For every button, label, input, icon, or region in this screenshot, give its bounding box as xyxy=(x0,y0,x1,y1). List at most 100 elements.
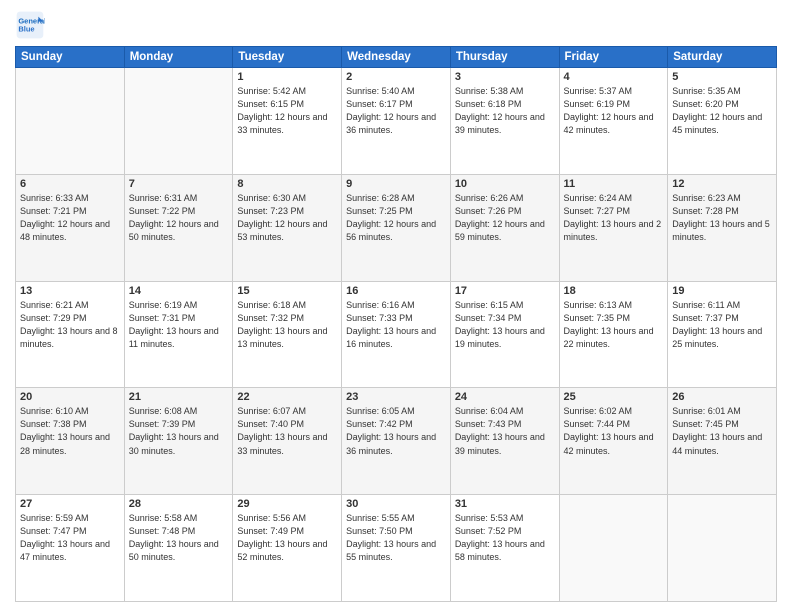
week-row-4: 20 Sunrise: 6:10 AMSunset: 7:38 PMDayligh… xyxy=(16,388,777,495)
day-number: 11 xyxy=(564,178,664,190)
calendar-cell: 21 Sunrise: 6:08 AMSunset: 7:39 PMDayligh… xyxy=(124,388,233,495)
day-detail: Sunrise: 6:24 AMSunset: 7:27 PMDaylight:… xyxy=(564,192,664,244)
calendar-cell xyxy=(559,495,668,602)
weekday-header-saturday: Saturday xyxy=(668,47,777,68)
day-number: 12 xyxy=(672,178,772,190)
day-detail: Sunrise: 6:30 AMSunset: 7:23 PMDaylight:… xyxy=(237,192,337,244)
day-detail: Sunrise: 6:08 AMSunset: 7:39 PMDaylight:… xyxy=(129,405,229,457)
calendar-cell: 12 Sunrise: 6:23 AMSunset: 7:28 PMDayligh… xyxy=(668,174,777,281)
day-number: 29 xyxy=(237,498,337,510)
calendar-cell: 20 Sunrise: 6:10 AMSunset: 7:38 PMDayligh… xyxy=(16,388,125,495)
day-number: 5 xyxy=(672,71,772,83)
day-detail: Sunrise: 6:13 AMSunset: 7:35 PMDaylight:… xyxy=(564,299,664,351)
day-detail: Sunrise: 6:16 AMSunset: 7:33 PMDaylight:… xyxy=(346,299,446,351)
day-number: 19 xyxy=(672,285,772,297)
day-detail: Sunrise: 6:01 AMSunset: 7:45 PMDaylight:… xyxy=(672,405,772,457)
day-detail: Sunrise: 5:59 AMSunset: 7:47 PMDaylight:… xyxy=(20,512,120,564)
day-detail: Sunrise: 6:15 AMSunset: 7:34 PMDaylight:… xyxy=(455,299,555,351)
day-detail: Sunrise: 5:35 AMSunset: 6:20 PMDaylight:… xyxy=(672,85,772,137)
svg-text:Blue: Blue xyxy=(18,25,34,34)
day-detail: Sunrise: 6:21 AMSunset: 7:29 PMDaylight:… xyxy=(20,299,120,351)
calendar-cell xyxy=(16,68,125,175)
day-detail: Sunrise: 6:33 AMSunset: 7:21 PMDaylight:… xyxy=(20,192,120,244)
day-number: 8 xyxy=(237,178,337,190)
day-detail: Sunrise: 5:58 AMSunset: 7:48 PMDaylight:… xyxy=(129,512,229,564)
calendar-cell: 15Sunrise: 6:18 AMSunset: 7:32 PMDayligh… xyxy=(233,281,342,388)
weekday-header-tuesday: Tuesday xyxy=(233,47,342,68)
day-number: 24 xyxy=(455,391,555,403)
day-number: 9 xyxy=(346,178,446,190)
page: General Blue SundayMondayTuesdayWednesda… xyxy=(0,0,792,612)
day-detail: Sunrise: 6:28 AMSunset: 7:25 PMDaylight:… xyxy=(346,192,446,244)
calendar-cell: 1 Sunrise: 5:42 AMSunset: 6:15 PMDaylight… xyxy=(233,68,342,175)
calendar-cell: 29 Sunrise: 5:56 AMSunset: 7:49 PMDayligh… xyxy=(233,495,342,602)
calendar-cell: 28 Sunrise: 5:58 AMSunset: 7:48 PMDayligh… xyxy=(124,495,233,602)
day-number: 22 xyxy=(237,391,337,403)
header: General Blue xyxy=(15,10,777,40)
calendar-cell: 17 Sunrise: 6:15 AMSunset: 7:34 PMDayligh… xyxy=(450,281,559,388)
day-number: 16 xyxy=(346,285,446,297)
day-detail: Sunrise: 6:26 AMSunset: 7:26 PMDaylight:… xyxy=(455,192,555,244)
day-number: 28 xyxy=(129,498,229,510)
calendar-cell: 7Sunrise: 6:31 AMSunset: 7:22 PMDaylight… xyxy=(124,174,233,281)
calendar-cell xyxy=(668,495,777,602)
day-detail: Sunrise: 5:42 AMSunset: 6:15 PMDaylight:… xyxy=(237,85,337,137)
day-number: 30 xyxy=(346,498,446,510)
calendar-cell: 5 Sunrise: 5:35 AMSunset: 6:20 PMDaylight… xyxy=(668,68,777,175)
calendar-cell: 19 Sunrise: 6:11 AMSunset: 7:37 PMDayligh… xyxy=(668,281,777,388)
day-detail: Sunrise: 5:37 AMSunset: 6:19 PMDaylight:… xyxy=(564,85,664,137)
day-number: 17 xyxy=(455,285,555,297)
calendar-cell: 8 Sunrise: 6:30 AMSunset: 7:23 PMDaylight… xyxy=(233,174,342,281)
weekday-header-monday: Monday xyxy=(124,47,233,68)
calendar-cell: 31Sunrise: 5:53 AMSunset: 7:52 PMDayligh… xyxy=(450,495,559,602)
calendar-cell: 27 Sunrise: 5:59 AMSunset: 7:47 PMDayligh… xyxy=(16,495,125,602)
weekday-header-thursday: Thursday xyxy=(450,47,559,68)
day-number: 14 xyxy=(129,285,229,297)
day-number: 7 xyxy=(129,178,229,190)
day-number: 27 xyxy=(20,498,120,510)
day-detail: Sunrise: 6:07 AMSunset: 7:40 PMDaylight:… xyxy=(237,405,337,457)
day-number: 20 xyxy=(20,391,120,403)
day-detail: Sunrise: 5:56 AMSunset: 7:49 PMDaylight:… xyxy=(237,512,337,564)
logo-icon: General Blue xyxy=(15,10,45,40)
day-number: 23 xyxy=(346,391,446,403)
day-detail: Sunrise: 6:11 AMSunset: 7:37 PMDaylight:… xyxy=(672,299,772,351)
calendar-cell: 16 Sunrise: 6:16 AMSunset: 7:33 PMDayligh… xyxy=(342,281,451,388)
calendar-cell: 4 Sunrise: 5:37 AMSunset: 6:19 PMDaylight… xyxy=(559,68,668,175)
day-detail: Sunrise: 6:23 AMSunset: 7:28 PMDaylight:… xyxy=(672,192,772,244)
calendar-cell: 6 Sunrise: 6:33 AMSunset: 7:21 PMDaylight… xyxy=(16,174,125,281)
calendar-cell: 22 Sunrise: 6:07 AMSunset: 7:40 PMDayligh… xyxy=(233,388,342,495)
calendar-cell: 23 Sunrise: 6:05 AMSunset: 7:42 PMDayligh… xyxy=(342,388,451,495)
week-row-2: 6 Sunrise: 6:33 AMSunset: 7:21 PMDaylight… xyxy=(16,174,777,281)
day-detail: Sunrise: 5:40 AMSunset: 6:17 PMDaylight:… xyxy=(346,85,446,137)
logo: General Blue xyxy=(15,10,49,40)
weekday-header-friday: Friday xyxy=(559,47,668,68)
day-number: 25 xyxy=(564,391,664,403)
calendar-cell: 10 Sunrise: 6:26 AMSunset: 7:26 PMDayligh… xyxy=(450,174,559,281)
day-number: 18 xyxy=(564,285,664,297)
calendar-cell: 26Sunrise: 6:01 AMSunset: 7:45 PMDayligh… xyxy=(668,388,777,495)
day-number: 6 xyxy=(20,178,120,190)
day-detail: Sunrise: 5:38 AMSunset: 6:18 PMDaylight:… xyxy=(455,85,555,137)
week-row-1: 1 Sunrise: 5:42 AMSunset: 6:15 PMDaylight… xyxy=(16,68,777,175)
calendar-cell: 11 Sunrise: 6:24 AMSunset: 7:27 PMDayligh… xyxy=(559,174,668,281)
weekday-header-wednesday: Wednesday xyxy=(342,47,451,68)
day-number: 1 xyxy=(237,71,337,83)
day-number: 15 xyxy=(237,285,337,297)
weekday-header-row: SundayMondayTuesdayWednesdayThursdayFrid… xyxy=(16,47,777,68)
day-number: 3 xyxy=(455,71,555,83)
calendar-cell: 30 Sunrise: 5:55 AMSunset: 7:50 PMDayligh… xyxy=(342,495,451,602)
calendar-table: SundayMondayTuesdayWednesdayThursdayFrid… xyxy=(15,46,777,602)
day-detail: Sunrise: 6:05 AMSunset: 7:42 PMDaylight:… xyxy=(346,405,446,457)
day-detail: Sunrise: 5:55 AMSunset: 7:50 PMDaylight:… xyxy=(346,512,446,564)
calendar-cell xyxy=(124,68,233,175)
calendar-cell: 18 Sunrise: 6:13 AMSunset: 7:35 PMDayligh… xyxy=(559,281,668,388)
day-number: 21 xyxy=(129,391,229,403)
calendar-cell: 9 Sunrise: 6:28 AMSunset: 7:25 PMDaylight… xyxy=(342,174,451,281)
day-detail: Sunrise: 6:19 AMSunset: 7:31 PMDaylight:… xyxy=(129,299,229,351)
day-detail: Sunrise: 6:10 AMSunset: 7:38 PMDaylight:… xyxy=(20,405,120,457)
weekday-header-sunday: Sunday xyxy=(16,47,125,68)
day-number: 10 xyxy=(455,178,555,190)
day-number: 31 xyxy=(455,498,555,510)
day-number: 4 xyxy=(564,71,664,83)
